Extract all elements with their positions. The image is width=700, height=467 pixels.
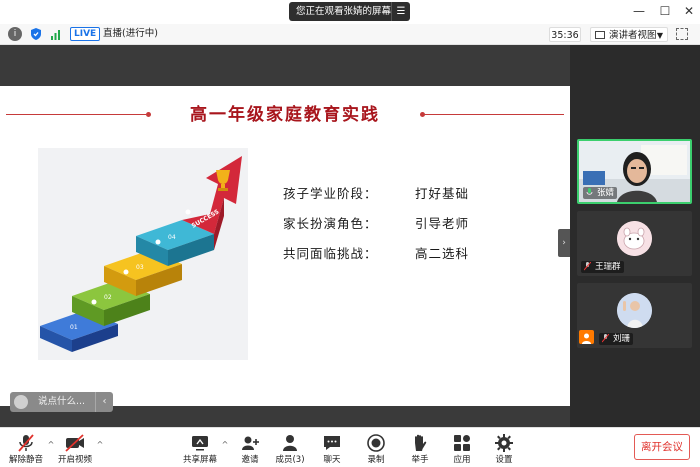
slide-bullets: 孩子学业阶段： 打好基础 家长扮演角色： 引导老师 共同面临挑战： 高二选科 — [283, 183, 469, 273]
participant-label: 王瑞群 — [581, 261, 624, 273]
participant-tile-zhangjing[interactable]: 张婧 — [577, 139, 692, 204]
unmute-label: 解除静音 — [8, 455, 43, 465]
share-screen-label: 共享屏幕 — [182, 455, 217, 465]
participant-name: 王瑞群 — [595, 262, 621, 272]
share-notice-text: 您正在观看张婧的屏幕 — [296, 6, 392, 17]
raise-hand-icon — [415, 434, 427, 451]
info-icon[interactable]: i — [8, 27, 22, 41]
panel-collapse-toggle[interactable]: › — [558, 229, 570, 257]
invite-button[interactable]: 邀请 — [228, 430, 272, 466]
bullet-item: 孩子学业阶段： 打好基础 — [283, 183, 469, 205]
chevron-up-icon[interactable]: ^ — [95, 440, 105, 449]
record-icon — [367, 434, 385, 452]
info-bar: i LIVE 直播(进行中) 35:36 演讲者视图 ▼ — [0, 24, 700, 45]
chat-avatar-icon — [14, 395, 28, 409]
shield-icon[interactable] — [29, 27, 43, 41]
participant-label: 刘珊 — [599, 333, 634, 345]
participant-label: 张婧 — [583, 187, 618, 199]
participant-name: 张婧 — [597, 188, 615, 198]
bullet-value: 打好基础 — [415, 186, 470, 201]
participant-avatar — [617, 221, 652, 256]
view-mode-dropdown[interactable]: 演讲者视图 ▼ — [590, 27, 668, 42]
participant-avatar — [617, 293, 652, 328]
add-user-icon — [242, 436, 259, 450]
meeting-timer: 35:36 — [549, 27, 581, 42]
presentation-slide: 高一年级家庭教育实践 01 02 03 04 SUCCESS 孩子学业阶段： 打… — [0, 86, 570, 412]
share-menu-icon[interactable]: ☰ — [391, 2, 410, 21]
meeting-window: 您正在观看张婧的屏幕 ☰ — ☐ ✕ i LIVE 直播(进行中) 35:36 … — [0, 0, 700, 467]
speaker-view-icon — [595, 31, 605, 39]
chat-placeholder[interactable]: 说点什么... — [38, 392, 85, 412]
close-icon[interactable]: ✕ — [679, 3, 699, 19]
participant-tile-liushan[interactable]: 刘珊 — [577, 283, 692, 348]
start-video-label: 开启视频 — [57, 455, 92, 465]
settings-label: 设置 — [495, 455, 513, 465]
record-label: 录制 — [367, 455, 385, 465]
stair-label-01: 01 — [70, 324, 78, 331]
camera-off-icon — [65, 434, 84, 452]
chat-input-bar[interactable]: 说点什么... ‹ — [10, 392, 113, 412]
bullet-item: 共同面临挑战： 高二选科 — [283, 243, 469, 265]
screen-share-notice[interactable]: 您正在观看张婧的屏幕 ☰ — [289, 2, 410, 21]
bullet-value: 引导老师 — [415, 216, 470, 231]
participant-panel: 张婧 王瑞群 刘珊 — [570, 45, 700, 427]
stair-label-02: 02 — [104, 294, 112, 301]
apps-label: 应用 — [453, 455, 471, 465]
unmute-button[interactable]: 解除静音 — [4, 430, 48, 466]
bullet-key: 共同面临挑战： — [283, 246, 378, 261]
person-icon — [579, 330, 594, 344]
chat-button[interactable]: 聊天 — [310, 430, 354, 466]
microphone-muted-icon — [602, 334, 609, 343]
members-icon — [283, 435, 297, 451]
share-screen-button[interactable]: 共享屏幕 — [178, 430, 222, 466]
start-video-button[interactable]: 开启视频 — [53, 430, 97, 466]
bullet-key: 家长扮演角色： — [283, 216, 378, 231]
live-badge[interactable]: LIVE — [70, 27, 101, 41]
share-screen-icon — [192, 436, 208, 451]
members-label: 成员(3) — [275, 455, 305, 465]
microphone-muted-icon — [18, 434, 34, 452]
raise-hand-button[interactable]: 举手 — [398, 430, 442, 466]
shared-screen: 高一年级家庭教育实践 01 02 03 04 SUCCESS 孩子学业阶段： 打… — [0, 45, 570, 427]
bullet-value: 高二选科 — [415, 246, 470, 261]
chevron-down-icon: ▼ — [656, 31, 663, 40]
invite-label: 邀请 — [241, 455, 259, 465]
chat-label: 聊天 — [323, 455, 341, 465]
chevron-left-icon[interactable]: ‹ — [95, 392, 113, 412]
stair-label-04: 04 — [168, 234, 176, 241]
view-mode-label: 演讲者视图 — [609, 30, 657, 41]
settings-button[interactable]: 设置 — [482, 430, 526, 466]
raise-hand-label: 举手 — [411, 455, 429, 465]
fullscreen-icon[interactable] — [676, 28, 688, 40]
participant-name: 刘珊 — [613, 334, 631, 344]
minimize-icon[interactable]: — — [629, 3, 649, 19]
signal-strength-icon[interactable] — [49, 27, 63, 41]
chat-icon — [324, 436, 340, 450]
record-button[interactable]: 录制 — [354, 430, 398, 466]
meeting-toolbar: 解除静音 ^ 开启视频 ^ 共享屏幕 ^ 邀请 成员(3) 聊天 录制 举手 应… — [0, 427, 700, 467]
slide-title: 高一年级家庭教育实践 — [190, 105, 380, 125]
apps-button[interactable]: 应用 — [440, 430, 484, 466]
title-bar: 您正在观看张婧的屏幕 ☰ — ☐ ✕ — [0, 0, 700, 24]
gear-icon — [495, 434, 513, 452]
leave-meeting-button[interactable]: 离开会议 — [634, 434, 690, 460]
bullet-key: 孩子学业阶段： — [283, 186, 378, 201]
members-button[interactable]: 成员(3) — [268, 430, 312, 466]
stair-label-03: 03 — [136, 264, 144, 271]
participant-tile-wangruiqun[interactable]: 王瑞群 — [577, 211, 692, 276]
staircase-illustration: 01 02 03 04 SUCCESS — [38, 148, 248, 360]
bullet-item: 家长扮演角色： 引导老师 — [283, 213, 469, 235]
microphone-icon — [586, 188, 593, 195]
maximize-icon[interactable]: ☐ — [655, 3, 675, 19]
microphone-muted-icon — [584, 262, 591, 271]
live-status: 直播(进行中) — [103, 28, 158, 39]
apps-icon — [454, 435, 470, 451]
